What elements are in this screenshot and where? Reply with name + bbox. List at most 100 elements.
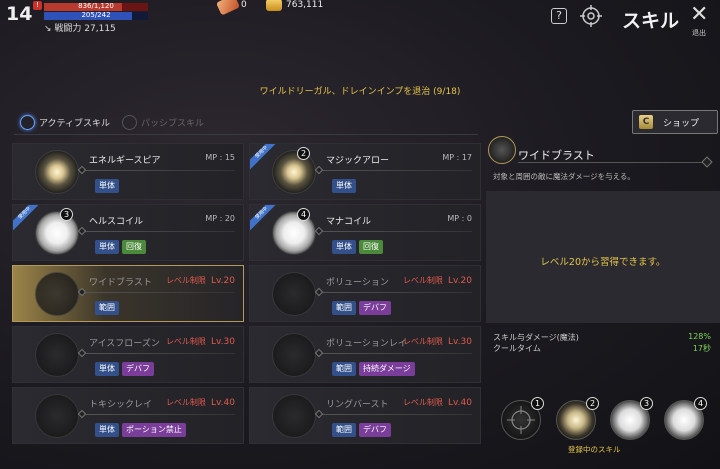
slot-number-badge: 2 [297, 147, 310, 160]
card-divider [79, 353, 235, 354]
card-divider [79, 414, 235, 415]
diamond-icon [314, 348, 324, 358]
skill-icon [272, 211, 316, 255]
skill-tags: 範囲 デバフ [332, 301, 391, 315]
skill-tags: 単体 デバフ [95, 362, 154, 376]
skill-tag: 単体 [95, 423, 119, 437]
skill-card[interactable]: ポリューションレイ レベル制限 Lv.30 範囲 持続ダメージ [249, 326, 481, 383]
diamond-icon [77, 409, 87, 419]
skill-name: ポリューション [326, 278, 389, 288]
skill-name: エネルギースピア [89, 156, 161, 166]
skill-tag: デバフ [122, 362, 154, 376]
card-divider [79, 231, 235, 232]
level-requirement: レベル制限 Lv.30 [403, 336, 472, 347]
learn-requirement: レベル20から習得できます。 [540, 257, 666, 268]
shop-button[interactable]: C ショップ [632, 110, 718, 134]
skill-mp-cost: MP : 20 [205, 214, 235, 223]
diamond-icon [77, 348, 87, 358]
quest-tracker[interactable]: ワイルドリーガル、ドレインインプを退治 (9/18) [0, 84, 720, 97]
skill-tags: 単体 ポーション禁止 [95, 423, 186, 437]
skill-card[interactable]: ワイドブラスト レベル制限 Lv.20 範囲 [12, 265, 244, 322]
skill-tag: 範囲 [332, 362, 356, 376]
level-requirement-value: Lv.40 [448, 398, 472, 408]
level-requirement: レベル制限 Lv.30 [166, 336, 235, 347]
card-divider [316, 353, 472, 354]
skill-tag: デバフ [359, 301, 391, 315]
level-requirement-value: Lv.40 [211, 398, 235, 408]
target-settings-icon[interactable] [580, 5, 602, 27]
power-label: 戦闘力 [54, 24, 82, 34]
level-requirement-label: レベル制限 [165, 337, 206, 346]
quickslot-4[interactable]: 4 [664, 397, 707, 440]
skill-tags: 単体 回復 [95, 240, 146, 254]
quickslot-number: 2 [586, 397, 599, 410]
level-requirement-value: Lv.20 [211, 276, 235, 286]
tab-passive-skills[interactable]: パッシブスキル [122, 115, 204, 130]
level-requirement-value: Lv.30 [211, 337, 235, 347]
quickslot-3[interactable]: 3 [610, 397, 653, 440]
skill-name: マナコイル [326, 217, 372, 227]
card-divider [316, 231, 472, 232]
skill-card[interactable]: 使用中 3 ヘルスコイル MP : 20 単体 回復 [12, 204, 244, 261]
quickslot-number: 1 [531, 397, 544, 410]
quickslot-1[interactable]: 1 [501, 397, 544, 440]
shop-label: ショップ [663, 118, 700, 129]
skill-card[interactable]: ポリューション レベル制限 Lv.20 範囲 デバフ [249, 265, 481, 322]
skill-card[interactable]: リングバースト レベル制限 Lv.40 範囲 デバフ [249, 387, 481, 444]
skill-mp-cost: MP : 17 [442, 153, 472, 162]
skill-tags: 範囲 デバフ [332, 423, 391, 437]
tab-active-label: アクティブスキル [39, 119, 111, 129]
selected-skill-icon [488, 136, 516, 164]
diamond-icon [77, 287, 87, 297]
skill-tag: 範囲 [332, 301, 356, 315]
skill-name: ヘルスコイル [89, 217, 144, 227]
skill-card[interactable]: アイスフローズン レベル制限 Lv.30 単体 デバフ [12, 326, 244, 383]
quickslot-number: 3 [640, 397, 653, 410]
level-requirement: レベル制限 Lv.20 [403, 275, 472, 286]
skill-card[interactable]: トキシックレイ レベル制限 Lv.40 単体 ポーション禁止 [12, 387, 244, 444]
skill-icon [272, 333, 316, 377]
skill-icon [272, 150, 316, 194]
help-icon[interactable]: ? [551, 8, 567, 24]
card-divider [79, 292, 235, 293]
tab-passive-label: パッシブスキル [141, 119, 205, 129]
skill-tag: 範囲 [332, 423, 356, 437]
level-requirement: レベル制限 Lv.20 [166, 275, 235, 286]
skill-tag: 単体 [95, 362, 119, 376]
level-requirement: レベル制限 Lv.40 [403, 397, 472, 408]
tab-divider [14, 134, 478, 135]
gold-icon [266, 0, 282, 11]
stat-label-cooldown: クールタイム [493, 344, 541, 353]
tab-active-skills[interactable]: アクティブスキル [20, 115, 110, 130]
skill-tag: 持続ダメージ [359, 362, 415, 376]
skill-card[interactable]: エネルギースピア MP : 15 単体 [12, 143, 244, 200]
diamond-icon [314, 287, 324, 297]
active-skill-icon [20, 115, 35, 130]
card-divider [316, 292, 472, 293]
skill-card[interactable]: 使用中 2 マジックアロー MP : 17 単体 [249, 143, 481, 200]
shop-icon: C [639, 115, 653, 129]
level-requirement-label: レベル制限 [165, 398, 206, 407]
hp-bar: 836/1,120 [44, 2, 148, 11]
skill-icon [35, 394, 79, 438]
mp-text: 205/242 [81, 11, 111, 19]
hp-text: 836/1,120 [78, 2, 114, 10]
quickslot-number: 4 [694, 397, 707, 410]
skill-card[interactable]: 使用中 4 マナコイル MP : 0 単体 回復 [249, 204, 481, 261]
card-divider [316, 170, 472, 171]
skill-tag: 単体 [95, 179, 119, 193]
skill-tag: 回復 [122, 240, 146, 254]
stat-value-cooldown: 17秒 [692, 344, 711, 353]
registered-skills-label: 登録中のスキル [568, 445, 621, 454]
close-label[interactable]: 退出 [692, 28, 706, 38]
quickslot-2[interactable]: 2 [556, 397, 599, 440]
skill-tag: 範囲 [95, 301, 119, 315]
level-requirement-label: レベル制限 [402, 276, 443, 285]
diamond-icon [314, 409, 324, 419]
skill-name: ポリューションレイ [326, 339, 407, 349]
card-divider [79, 170, 235, 171]
skill-tag: 単体 [95, 240, 119, 254]
close-icon[interactable]: ✕ [690, 2, 708, 27]
passive-skill-icon [122, 115, 137, 130]
alert-icon[interactable]: ! [33, 1, 42, 10]
